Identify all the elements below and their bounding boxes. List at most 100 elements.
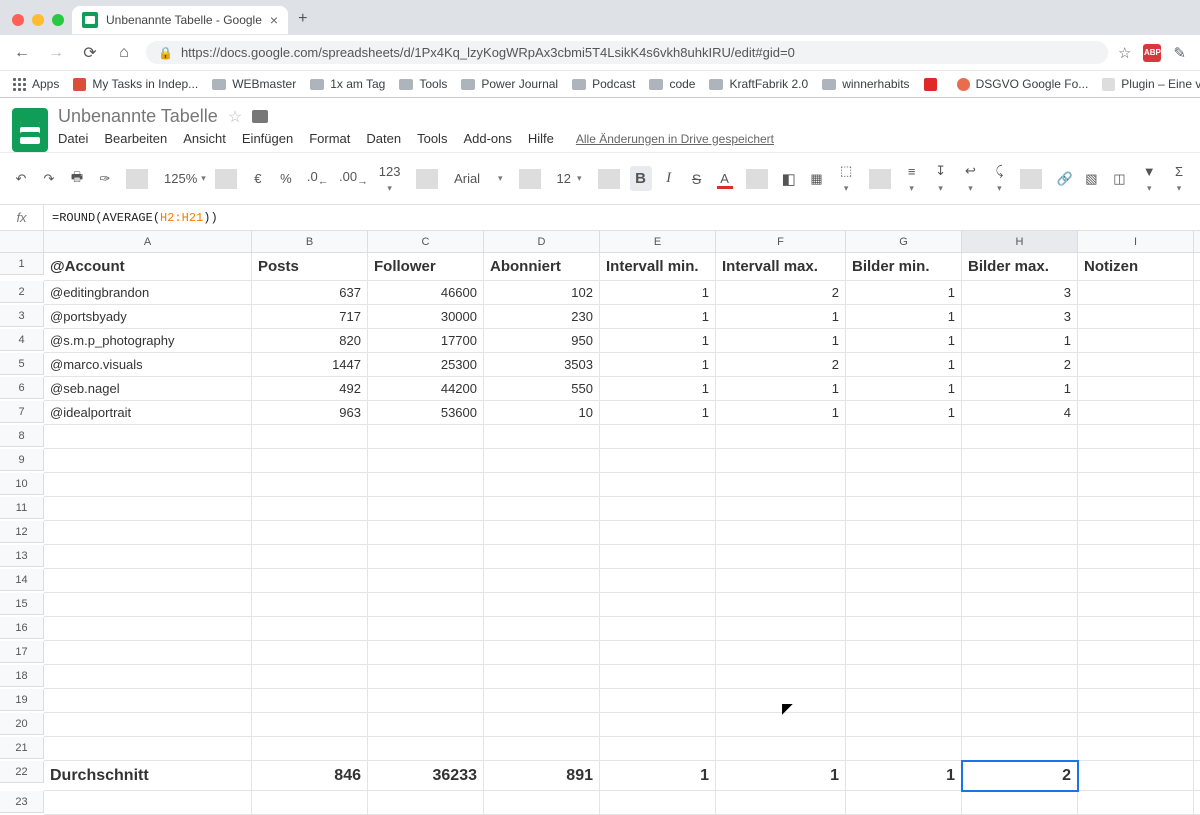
cell-D19[interactable] [484,689,600,713]
cell-G11[interactable] [846,497,962,521]
cell-A5[interactable]: @marco.visuals [44,353,252,377]
col-header-E[interactable]: E [600,231,716,253]
cell-B7[interactable]: 963 [252,401,368,425]
cell-H22[interactable]: 2 [962,761,1078,791]
col-header-G[interactable]: G [846,231,962,253]
row-header-7[interactable]: 7 [0,401,44,423]
select-all-corner[interactable] [0,231,44,253]
header-cell-I[interactable]: Notizen [1078,253,1194,281]
cell-H4[interactable]: 1 [962,329,1078,353]
cell-E6[interactable]: 1 [600,377,716,401]
cell-A17[interactable] [44,641,252,665]
cell-H7[interactable]: 4 [962,401,1078,425]
cell-E3[interactable]: 1 [600,305,716,329]
cell-F21[interactable] [716,737,846,761]
header-cell-D[interactable]: Abonniert [484,253,600,281]
tab-close-icon[interactable]: × [270,12,278,28]
cell-D14[interactable] [484,569,600,593]
cell-C9[interactable] [368,449,484,473]
menu-tools[interactable]: Tools [417,131,447,146]
back-button[interactable]: ← [10,44,34,62]
move-folder-icon[interactable] [252,110,268,123]
cell-C20[interactable] [368,713,484,737]
cell-A7[interactable]: @idealportrait [44,401,252,425]
cell-B12[interactable] [252,521,368,545]
cell-F2[interactable]: 2 [716,281,846,305]
cell-H19[interactable] [962,689,1078,713]
cell-D10[interactable] [484,473,600,497]
cell-spacer[interactable] [1194,641,1200,665]
cell-C6[interactable]: 44200 [368,377,484,401]
cell-F4[interactable]: 1 [716,329,846,353]
cell-B15[interactable] [252,593,368,617]
cell-I9[interactable] [1078,449,1194,473]
cell-C15[interactable] [368,593,484,617]
cell-A19[interactable] [44,689,252,713]
cell-E19[interactable] [600,689,716,713]
cell-G21[interactable] [846,737,962,761]
spreadsheet-grid[interactable]: ABCDEFGHI1@AccountPostsFollowerAbonniert… [0,231,1200,815]
row-header-12[interactable]: 12 [0,521,44,543]
cell-G14[interactable] [846,569,962,593]
paint-format-button[interactable]: ✑ [94,167,116,191]
cell-G22[interactable]: 1 [846,761,962,791]
window-zoom-icon[interactable] [52,14,64,26]
cell-C2[interactable]: 46600 [368,281,484,305]
cell-F11[interactable] [716,497,846,521]
cell-F6[interactable]: 1 [716,377,846,401]
filter-button[interactable]: ▼ ▾ [1136,160,1162,198]
cell-D8[interactable] [484,425,600,449]
cell-B20[interactable] [252,713,368,737]
cell-G7[interactable]: 1 [846,401,962,425]
fill-color-button[interactable]: ◧ [778,166,800,192]
cell-I21[interactable] [1078,737,1194,761]
cell-G23[interactable] [846,791,962,815]
insert-link-button[interactable]: 🔗 [1052,167,1074,191]
wrap-button[interactable]: ↩ ▾ [959,159,983,198]
cell-C12[interactable] [368,521,484,545]
cell-I23[interactable] [1078,791,1194,815]
cell-I22[interactable] [1078,761,1194,791]
cell-F20[interactable] [716,713,846,737]
cell-spacer[interactable] [1194,569,1200,593]
cell-E10[interactable] [600,473,716,497]
cell-spacer[interactable] [1194,713,1200,737]
cell-spacer[interactable] [1194,377,1200,401]
insert-chart-button[interactable]: ◫ [1108,167,1130,191]
col-header-I[interactable]: I [1078,231,1194,253]
cell-G8[interactable] [846,425,962,449]
cell-H5[interactable]: 2 [962,353,1078,377]
cell-F23[interactable] [716,791,846,815]
cell-F3[interactable]: 1 [716,305,846,329]
cell-spacer[interactable] [1194,401,1200,425]
cell-spacer[interactable] [1194,791,1200,815]
cell-E13[interactable] [600,545,716,569]
functions-button[interactable]: Σ ▾ [1168,160,1190,198]
zoom-select[interactable]: 125%▾ [158,169,205,188]
cell-H12[interactable] [962,521,1078,545]
bookmark-item[interactable]: Podcast [572,77,635,91]
row-header-5[interactable]: 5 [0,353,44,375]
cell-G15[interactable] [846,593,962,617]
cell-spacer[interactable] [1194,449,1200,473]
cell-G9[interactable] [846,449,962,473]
font-size-select[interactable]: 12▾ [551,169,588,188]
cell-E8[interactable] [600,425,716,449]
cell-C22[interactable]: 36233 [368,761,484,791]
cell-E7[interactable]: 1 [600,401,716,425]
cell-I16[interactable] [1078,617,1194,641]
cell-G17[interactable] [846,641,962,665]
cell-I6[interactable] [1078,377,1194,401]
cell-I7[interactable] [1078,401,1194,425]
menu-addons[interactable]: Add-ons [463,131,511,146]
cell-D18[interactable] [484,665,600,689]
row-header-16[interactable]: 16 [0,617,44,639]
halign-button[interactable]: ≡ ▾ [901,160,923,198]
cell-H3[interactable]: 3 [962,305,1078,329]
cell-B6[interactable]: 492 [252,377,368,401]
cell-A20[interactable] [44,713,252,737]
cell-D12[interactable] [484,521,600,545]
cell-D15[interactable] [484,593,600,617]
star-icon[interactable]: ☆ [228,107,242,127]
cell-A4[interactable]: @s.m.p_photography [44,329,252,353]
